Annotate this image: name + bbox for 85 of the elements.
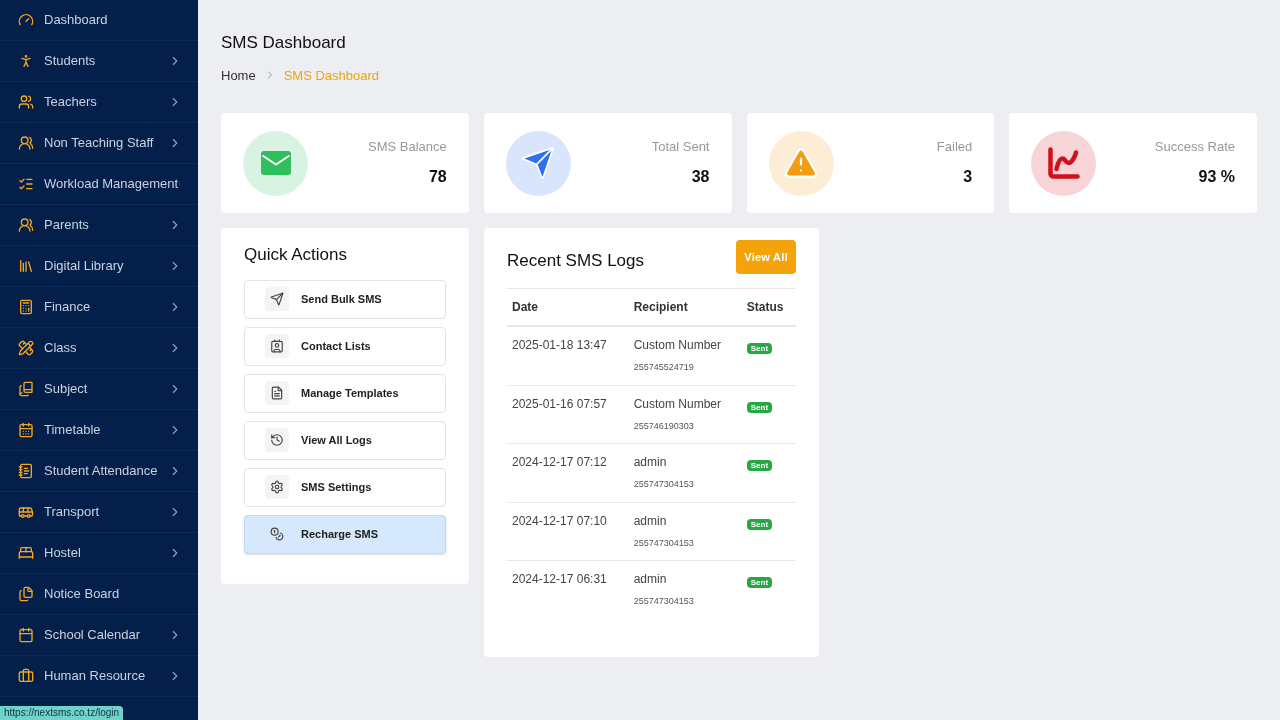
quick-action-button[interactable]: View All Logs xyxy=(244,420,446,460)
warning-icon xyxy=(783,145,819,181)
recipient-name: Custom Number xyxy=(633,337,723,354)
briefcase-icon xyxy=(18,668,34,684)
status-badge: Sent xyxy=(746,401,773,413)
date-cell: 2025-01-18 13:47 xyxy=(507,326,629,385)
checklist-icon xyxy=(18,176,34,192)
quick-action-button[interactable]: SMS Settings xyxy=(244,467,446,507)
sidebar-item[interactable]: School Calendar xyxy=(0,615,198,656)
date-cell: 2024-12-17 06:31 xyxy=(507,560,629,619)
column-header: Status xyxy=(741,288,796,326)
person-icon xyxy=(18,53,34,69)
stat-value: 78 xyxy=(427,166,447,187)
stat-value: 93 % xyxy=(1197,166,1235,187)
document-icon xyxy=(270,386,284,400)
column-header: Date xyxy=(507,288,629,326)
sidebar-item[interactable]: Parents xyxy=(0,205,198,246)
recipient-number: 255747304153 xyxy=(633,478,695,491)
recipient-name: admin xyxy=(633,512,668,530)
sidebar-item[interactable]: Finance xyxy=(0,287,198,328)
stat-label: Success Rate xyxy=(1154,138,1235,157)
sidebar-item[interactable]: Class xyxy=(0,328,198,369)
settings-icon xyxy=(270,480,284,494)
column-header: Recipient xyxy=(628,288,742,326)
bed-icon xyxy=(18,545,34,561)
sidebar-item[interactable]: Non Teaching Staff xyxy=(0,123,198,164)
stat-value: 38 xyxy=(690,166,710,187)
quick-action-button[interactable]: Contact Lists xyxy=(244,326,446,366)
stat-label: Failed xyxy=(936,138,973,157)
recipient-number: 255745524719 xyxy=(633,361,695,374)
quick-action-button[interactable]: Manage Templates xyxy=(244,373,446,413)
group-icon xyxy=(18,94,34,110)
people-icon xyxy=(18,217,34,233)
status-badge: Sent xyxy=(746,518,773,530)
books-icon xyxy=(18,258,34,274)
sidebar-item[interactable]: Dashboard xyxy=(0,0,198,41)
history-icon xyxy=(270,433,284,447)
sidebar-item[interactable]: Transport xyxy=(0,492,198,533)
sidebar-item[interactable]: Students xyxy=(0,41,198,82)
quick-action-button[interactable]: Recharge SMS xyxy=(244,514,446,554)
pencil-ruler-icon xyxy=(18,340,34,356)
sidebar-item[interactable]: Workload Management xyxy=(0,164,198,205)
stat-label: Total Sent xyxy=(651,138,710,157)
recipient-name: Custom Number xyxy=(633,395,723,413)
sidebar-item[interactable]: Digital Library xyxy=(0,246,198,287)
sidebar-item[interactable]: Teachers xyxy=(0,82,198,123)
sidebar-item[interactable]: Subject xyxy=(0,369,198,410)
recipient-name: admin xyxy=(633,571,668,588)
paper-plane-icon xyxy=(270,292,284,306)
book-icon xyxy=(18,381,34,397)
date-cell: 2024-12-17 07:12 xyxy=(507,443,629,502)
notebook-icon xyxy=(18,463,34,479)
trend-chart-icon xyxy=(1045,145,1082,181)
paper-plane-icon xyxy=(520,145,557,181)
breadcrumb-link[interactable]: Home xyxy=(221,65,256,85)
recipient-number: 255746190303 xyxy=(633,419,695,433)
calculator-icon xyxy=(18,299,34,315)
stat-value: 3 xyxy=(962,166,973,187)
sidebar-item[interactable]: Notice Board xyxy=(0,574,198,615)
sidebar-item[interactable]: Human Resource xyxy=(0,656,198,697)
bus-icon xyxy=(18,504,34,520)
date-cell: 2024-12-17 07:10 xyxy=(507,502,629,561)
recipient-number: 255747304153 xyxy=(633,595,695,608)
coins-icon xyxy=(270,527,284,541)
link-url-tooltip: https://nextsms.co.tz/login xyxy=(0,706,124,720)
status-badge: Sent xyxy=(746,343,773,354)
card-title: Recent SMS Logs xyxy=(507,250,644,273)
recipient-number: 255747304153 xyxy=(633,536,695,550)
stat-label: SMS Balance xyxy=(368,138,447,157)
gauge-icon xyxy=(18,12,34,28)
page-title: SMS Dashboard xyxy=(221,32,347,54)
files-icon xyxy=(18,586,34,602)
quick-action-button[interactable]: Send Bulk SMS xyxy=(244,279,446,319)
sidebar-item[interactable]: Student Attendance xyxy=(0,451,198,492)
contact-card-icon xyxy=(270,339,284,353)
card-title: Quick Actions xyxy=(244,244,348,266)
calendar-icon xyxy=(18,422,34,438)
sidebar-item[interactable]: Timetable xyxy=(0,410,198,451)
sidebar-item[interactable]: Hostel xyxy=(0,533,198,574)
recipient-name: admin xyxy=(633,454,668,471)
date-cell: 2025-01-16 07:57 xyxy=(507,385,629,444)
status-badge: Sent xyxy=(746,577,773,588)
status-badge: Sent xyxy=(746,460,773,471)
calendar-icon xyxy=(18,627,34,643)
people-icon xyxy=(18,135,34,151)
